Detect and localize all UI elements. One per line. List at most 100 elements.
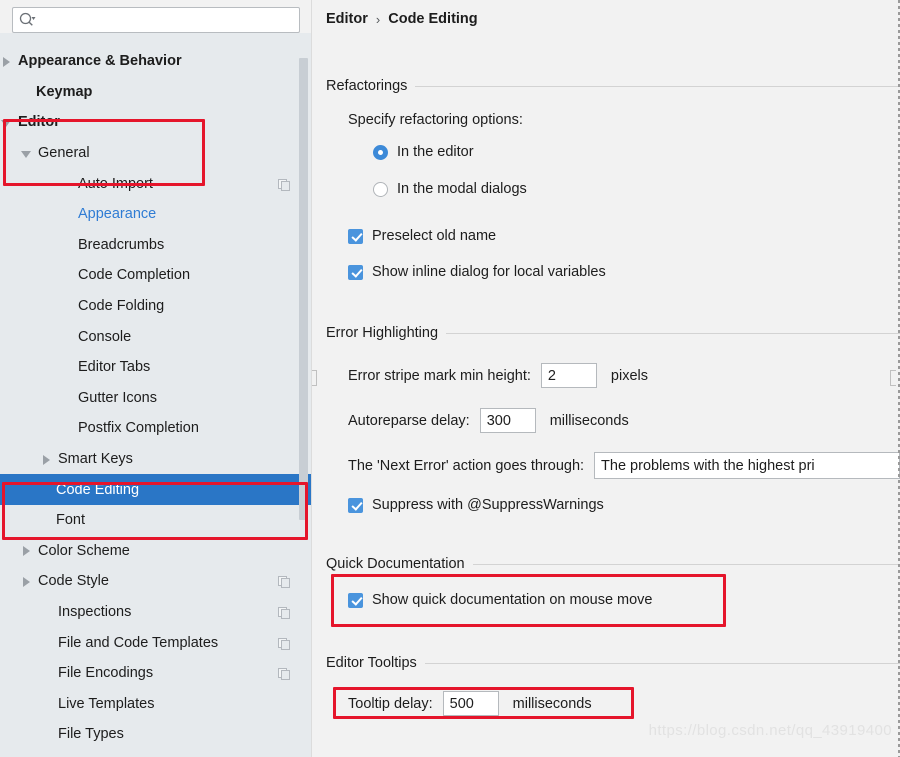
search-input[interactable] bbox=[37, 10, 293, 30]
settings-tree[interactable]: Appearance & Behavior Keymap Editor General… bbox=[0, 46, 312, 757]
field-label: The 'Next Error' action goes through: bbox=[348, 457, 585, 474]
sidebar-item-smart-keys[interactable]: Smart Keys bbox=[0, 444, 312, 475]
sidebar-item-label: Font bbox=[56, 512, 86, 529]
copy-settings-icon[interactable] bbox=[278, 575, 290, 589]
checkbox-checked-icon[interactable] bbox=[348, 497, 363, 513]
sidebar-item-label: Keymap bbox=[36, 83, 93, 100]
sidebar-item-label: File and Code Templates bbox=[58, 634, 219, 651]
group-header-error-highlighting: Error Highlighting bbox=[326, 325, 900, 341]
group-rule bbox=[424, 662, 900, 664]
sidebar-item-label: Live Templates bbox=[58, 695, 155, 712]
sidebar-item-appearance[interactable]: Appearance bbox=[0, 199, 312, 230]
checkbox-label: Suppress with @SuppressWarnings bbox=[372, 497, 604, 513]
settings-detail-panel: Editor › Code Editing Refactorings Speci… bbox=[312, 0, 900, 757]
sidebar-item-appearance-behavior[interactable]: Appearance & Behavior bbox=[0, 46, 312, 77]
sidebar-item-postfix-completion[interactable]: Postfix Completion bbox=[0, 413, 312, 444]
settings-sidebar: Appearance & Behavior Keymap Editor General… bbox=[0, 0, 312, 757]
chevron-right-icon[interactable] bbox=[0, 55, 13, 68]
checkbox-checked-icon[interactable] bbox=[348, 228, 363, 244]
radio-label: In the editor bbox=[397, 144, 474, 160]
field-units: milliseconds bbox=[512, 695, 592, 712]
group-title-editor-tooltips: Editor Tooltips bbox=[326, 655, 417, 671]
sidebar-item-editor-tabs[interactable]: Editor Tabs bbox=[0, 352, 312, 383]
group-title-refactorings: Refactorings bbox=[326, 78, 408, 94]
group-header-quick-documentation: Quick Documentation bbox=[326, 556, 900, 572]
sidebar-item-console[interactable]: Console bbox=[0, 321, 312, 352]
search-icon[interactable] bbox=[19, 12, 37, 28]
sidebar-item-auto-import[interactable]: Auto Import bbox=[0, 168, 312, 199]
sidebar-item-breadcrumbs[interactable]: Breadcrumbs bbox=[0, 230, 312, 261]
sidebar-item-label: File Encodings bbox=[58, 665, 154, 682]
sidebar-item-general[interactable]: General bbox=[0, 138, 312, 169]
checkbox-suppress-with-suppresswarnings[interactable]: Suppress with @SuppressWarnings bbox=[348, 497, 604, 513]
sidebar-item-code-folding[interactable]: Code Folding bbox=[0, 291, 312, 322]
sidebar-item-font[interactable]: Font bbox=[0, 505, 312, 536]
label-text: Specify refactoring options: bbox=[348, 112, 523, 128]
sidebar-item-editor[interactable]: Editor bbox=[0, 107, 312, 138]
chevron-right-icon[interactable] bbox=[20, 544, 33, 557]
sidebar-item-keymap[interactable]: Keymap bbox=[0, 77, 312, 108]
checkbox-checked-icon[interactable] bbox=[348, 592, 363, 608]
autoreparse-delay-row: Autoreparse delay: 300 milliseconds bbox=[348, 408, 629, 433]
checkbox-label: Show inline dialog for local variables bbox=[372, 264, 606, 280]
copy-settings-icon[interactable] bbox=[278, 178, 290, 191]
sidebar-item-label: Color Scheme bbox=[38, 542, 130, 559]
sidebar-item-label: Console bbox=[78, 328, 132, 345]
chevron-right-icon[interactable] bbox=[40, 453, 53, 466]
sidebar-item-label: Inspections bbox=[58, 603, 132, 620]
copy-settings-icon[interactable] bbox=[278, 606, 290, 619]
search-box[interactable] bbox=[12, 7, 300, 33]
radio-off-icon[interactable] bbox=[373, 181, 388, 197]
sidebar-item-label: Breadcrumbs bbox=[78, 236, 165, 253]
sidebar-item-label: Editor Tabs bbox=[78, 359, 151, 376]
sidebar-item-label: Postfix Completion bbox=[78, 420, 199, 437]
sidebar-item-file-encodings[interactable]: File Encodings bbox=[0, 658, 312, 689]
radio-in-the-modal-dialogs[interactable]: In the modal dialogs bbox=[373, 181, 527, 197]
radio-in-the-editor[interactable]: In the editor bbox=[373, 144, 474, 160]
sidebar-item-inspections[interactable]: Inspections bbox=[0, 597, 312, 628]
radio-label: In the modal dialogs bbox=[397, 181, 527, 197]
checkbox-label: Preselect old name bbox=[372, 228, 497, 244]
sidebar-item-label: Smart Keys bbox=[58, 451, 133, 468]
checkbox-preselect-old-name[interactable]: Preselect old name bbox=[348, 228, 496, 244]
sidebar-item-file-and-code-templates[interactable]: File and Code Templates bbox=[0, 627, 312, 658]
next-error-action-row: The 'Next Error' action goes through: Th… bbox=[348, 452, 900, 479]
sidebar-item-gutter-icons[interactable]: Gutter Icons bbox=[0, 383, 312, 414]
sidebar-item-live-templates[interactable]: Live Templates bbox=[0, 688, 312, 719]
chevron-down-icon[interactable] bbox=[0, 116, 13, 129]
sidebar-item-label: Appearance & Behavior bbox=[18, 53, 182, 70]
radio-on-icon[interactable] bbox=[373, 144, 388, 160]
field-units: pixels bbox=[610, 367, 648, 384]
sidebar-item-code-editing[interactable]: Code Editing bbox=[0, 474, 312, 505]
chevron-right-icon[interactable] bbox=[20, 575, 33, 588]
checkbox-checked-icon[interactable] bbox=[348, 264, 363, 280]
chevron-down-icon[interactable] bbox=[20, 147, 33, 160]
sidebar-item-code-style[interactable]: Code Style bbox=[0, 566, 312, 597]
checkbox-show-quick-documentation[interactable]: Show quick documentation on mouse move bbox=[348, 592, 653, 608]
tooltip-delay-input[interactable]: 500 bbox=[442, 691, 499, 716]
error-stripe-min-height-input[interactable]: 2 bbox=[540, 363, 597, 388]
sidebar-item-file-types[interactable]: File Types bbox=[0, 719, 312, 750]
copy-settings-icon[interactable] bbox=[278, 667, 290, 681]
next-error-action-dropdown[interactable]: The problems with the highest pri bbox=[594, 452, 900, 479]
sidebar-scrollbar-thumb[interactable] bbox=[299, 58, 308, 520]
group-header-editor-tooltips: Editor Tooltips bbox=[326, 655, 900, 671]
copy-settings-icon[interactable] bbox=[278, 637, 290, 650]
sidebar-item-label: File Types bbox=[58, 726, 124, 743]
autoreparse-delay-input[interactable]: 300 bbox=[479, 408, 536, 433]
sidebar-item-code-completion[interactable]: Code Completion bbox=[0, 260, 312, 291]
group-rule bbox=[415, 85, 900, 87]
checkbox-show-inline-dialog[interactable]: Show inline dialog for local variables bbox=[348, 264, 606, 280]
sidebar-item-color-scheme[interactable]: Color Scheme bbox=[0, 536, 312, 567]
